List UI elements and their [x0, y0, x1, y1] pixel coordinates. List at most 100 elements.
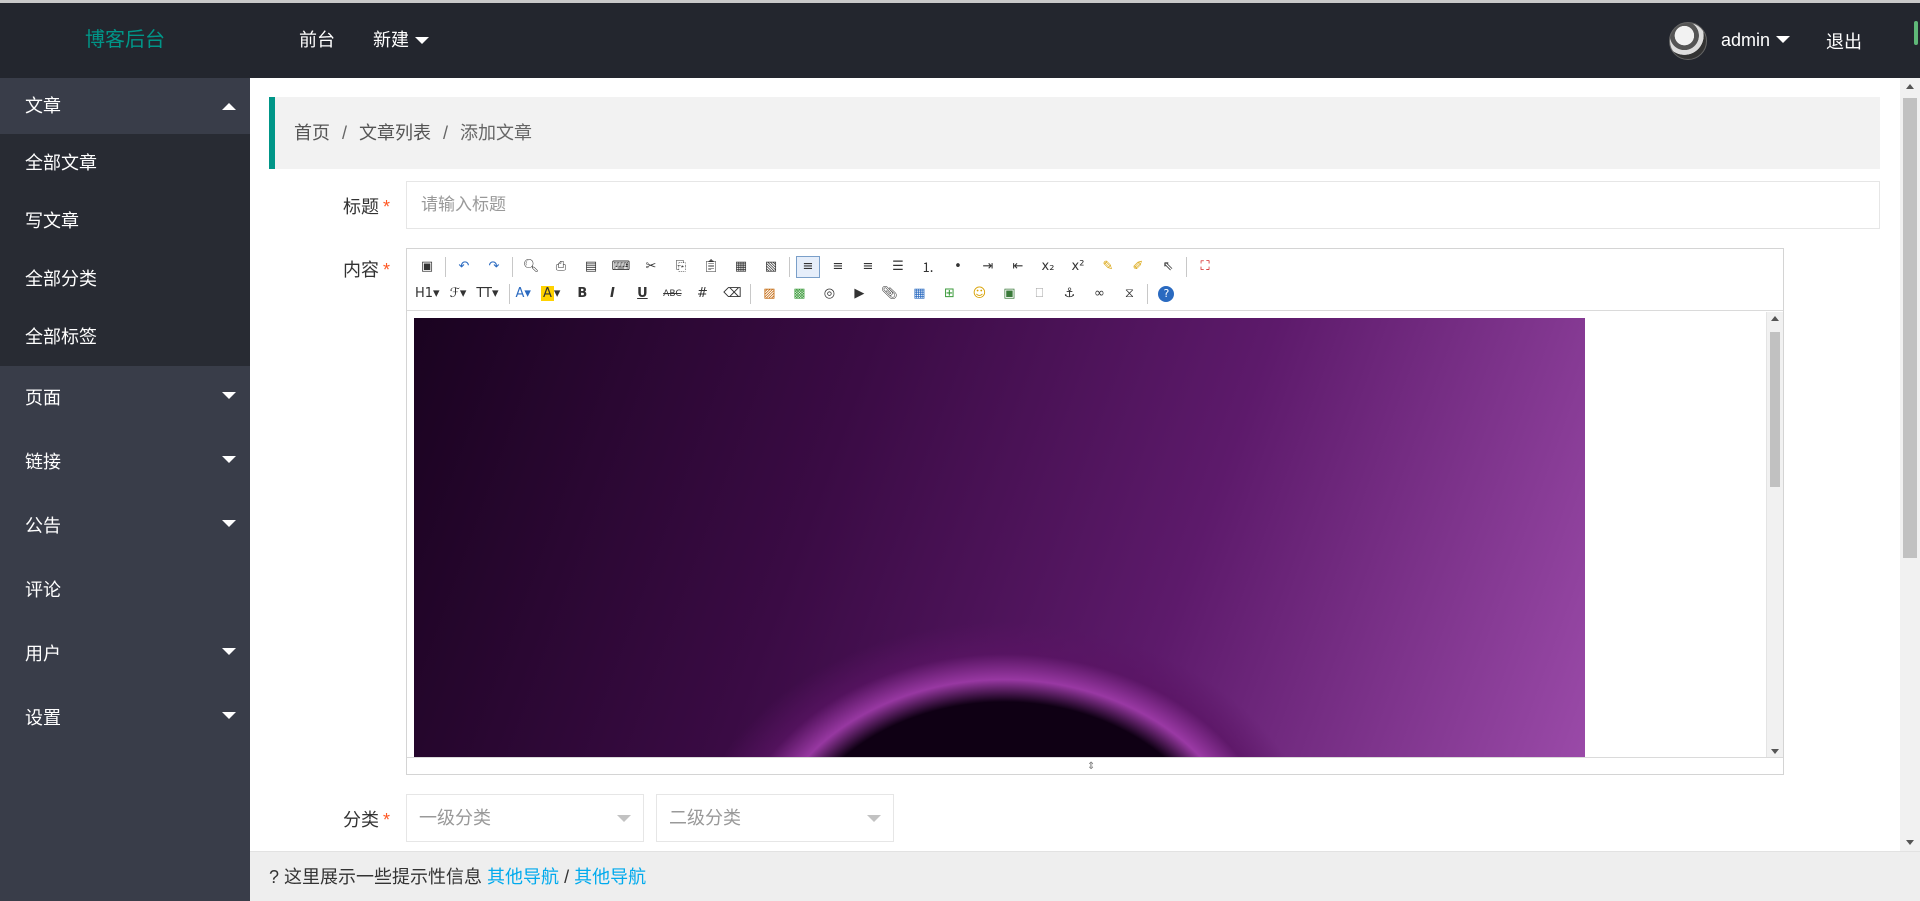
eraser-icon[interactable]: ⌫: [720, 283, 744, 305]
editor-scrollbar[interactable]: [1766, 312, 1783, 758]
table-icon[interactable]: ▦: [907, 283, 931, 305]
clear-format-icon[interactable]: ✎: [1096, 256, 1120, 278]
heading-label: H1: [415, 286, 434, 301]
nav-new-dropdown[interactable]: 新建: [354, 3, 448, 78]
category-level1-select[interactable]: 一级分类: [406, 794, 644, 842]
avatar[interactable]: [1668, 21, 1707, 60]
fullscreen-icon[interactable]: ⛶: [1193, 256, 1217, 278]
editor-scroll-thumb[interactable]: [1770, 332, 1780, 487]
attachment-icon[interactable]: 📎︎: [877, 283, 901, 305]
heading-dropdown[interactable]: H1▾: [415, 286, 440, 301]
unlink-icon[interactable]: ⧖: [1117, 283, 1141, 305]
scroll-up-icon[interactable]: [1906, 84, 1914, 89]
nav-frontend[interactable]: 前台: [280, 3, 354, 78]
sidebar-item-pages[interactable]: 页面: [0, 366, 250, 430]
map-icon[interactable]: ▣: [997, 283, 1021, 305]
select-all-icon[interactable]: ✐: [1126, 256, 1150, 278]
required-mark: *: [382, 810, 390, 830]
sidebar-item-all-tags[interactable]: 全部标签: [0, 308, 250, 366]
copy-icon[interactable]: ⎘: [669, 256, 693, 278]
print-icon[interactable]: ⎙: [549, 256, 573, 278]
highlight-color-icon[interactable]: A ▾: [540, 286, 560, 301]
editor-statusbar: ⇕: [407, 757, 1783, 774]
toolbar-row-2: H1▾ ℱ▾ TT▾ A▾ A▾ B I U ABC # ⌫ ▨ ▩ ◎ ▶: [415, 280, 1775, 307]
title-input[interactable]: [406, 181, 1880, 229]
chevron-down-icon: [222, 456, 236, 463]
anchor-icon[interactable]: ⚓: [1057, 283, 1081, 305]
template-icon[interactable]: ▤: [579, 256, 603, 278]
emoticon-icon[interactable]: ☺: [967, 283, 991, 305]
image-icon[interactable]: ▨: [757, 283, 781, 305]
pointer-icon[interactable]: ⇖: [1156, 256, 1180, 278]
underline-icon[interactable]: U: [630, 283, 654, 305]
scroll-up-icon[interactable]: [1771, 316, 1779, 321]
superscript-icon[interactable]: x²: [1066, 256, 1090, 278]
font-color-icon[interactable]: A▾: [516, 286, 531, 301]
paste-text-icon[interactable]: ▦: [729, 256, 753, 278]
strikethrough-icon[interactable]: ABC: [660, 283, 684, 305]
scroll-down-icon[interactable]: [1906, 840, 1914, 845]
footer-link-other-nav[interactable]: 其他导航: [487, 867, 559, 887]
breadcrumb-article-list[interactable]: 文章列表: [359, 123, 431, 143]
horizontal-rule-icon[interactable]: #: [690, 283, 714, 305]
sidebar-item-articles[interactable]: 文章: [0, 78, 250, 134]
page-scrollbar[interactable]: [1900, 78, 1920, 851]
status-indicator: [1914, 21, 1918, 45]
media-icon[interactable]: ▶: [847, 283, 871, 305]
required-mark: *: [382, 260, 390, 280]
cut-icon[interactable]: ✂: [639, 256, 663, 278]
paste-word-icon[interactable]: ▧: [759, 256, 783, 278]
sidebar-item-comments[interactable]: 评论: [0, 558, 250, 622]
italic-icon[interactable]: I: [600, 283, 624, 305]
code-icon[interactable]: ⌨: [609, 256, 633, 278]
font-size-dropdown[interactable]: TT▾: [476, 286, 498, 301]
content-label: 内容 *: [310, 256, 390, 282]
sidebar-item-write-article[interactable]: 写文章: [0, 192, 250, 250]
content-image[interactable]: [414, 318, 1585, 758]
source-icon[interactable]: ▣: [415, 256, 439, 278]
logo[interactable]: 博客后台: [0, 3, 250, 78]
font-family-dropdown[interactable]: ℱ▾: [450, 286, 467, 301]
scroll-down-icon[interactable]: [1771, 749, 1779, 754]
preview-icon[interactable]: 🔍︎: [519, 256, 543, 278]
ordered-list-icon[interactable]: ⒈: [916, 256, 940, 278]
align-center-icon[interactable]: ≡: [826, 256, 850, 278]
undo-icon[interactable]: ↶: [452, 256, 476, 278]
insert-row-icon[interactable]: ⊞: [937, 283, 961, 305]
flash-icon[interactable]: ◎: [817, 283, 841, 305]
align-right-icon[interactable]: ≡: [856, 256, 880, 278]
sidebar-item-all-categories[interactable]: 全部分类: [0, 250, 250, 308]
category-level2-select[interactable]: 二级分类: [656, 794, 894, 842]
align-left-icon[interactable]: ≡: [796, 255, 820, 278]
page-scroll-thumb[interactable]: [1903, 98, 1917, 558]
top-header: 博客后台 前台 新建 admin 退出: [0, 0, 1920, 78]
sidebar-item-all-articles[interactable]: 全部文章: [0, 134, 250, 192]
subscript-icon[interactable]: x₂: [1036, 256, 1060, 278]
resize-grip-icon[interactable]: ⇕: [1087, 761, 1095, 772]
sidebar-item-notices[interactable]: 公告: [0, 494, 250, 558]
breadcrumb-home[interactable]: 首页: [294, 123, 330, 143]
outdent-icon[interactable]: ⇤: [1006, 256, 1030, 278]
toolbar-row-1: ▣ ↶ ↷ 🔍︎ ⎙ ▤ ⌨ ✂ ⎘ 📋︎ ▦ ▧ ≡ ≡ ≡ ☰ ⒈ • ⇥ …: [415, 253, 1775, 280]
unordered-list-icon[interactable]: •: [946, 256, 970, 278]
paste-icon[interactable]: 📋︎: [699, 256, 723, 278]
indent-icon[interactable]: ⇥: [976, 256, 1000, 278]
pagebreak-icon[interactable]: ⎕: [1027, 283, 1051, 305]
required-mark: *: [382, 197, 390, 217]
editor-content-area[interactable]: [407, 312, 1783, 758]
chevron-down-icon: [867, 815, 881, 822]
redo-icon[interactable]: ↷: [482, 256, 506, 278]
multi-image-icon[interactable]: ▩: [787, 283, 811, 305]
logout-link[interactable]: 退出: [1826, 28, 1862, 54]
sidebar-item-users[interactable]: 用户: [0, 622, 250, 686]
help-icon[interactable]: ?: [1154, 283, 1178, 305]
footer-link-other-nav[interactable]: 其他导航: [574, 867, 646, 887]
user-menu[interactable]: admin: [1721, 30, 1790, 51]
toolbar-separator: [1147, 283, 1149, 304]
link-icon[interactable]: ∞: [1087, 283, 1111, 305]
align-justify-icon[interactable]: ☰: [886, 256, 910, 278]
bold-icon[interactable]: B: [570, 283, 594, 305]
toolbar-separator: [1186, 256, 1187, 277]
sidebar-item-links[interactable]: 链接: [0, 430, 250, 494]
sidebar-item-settings[interactable]: 设置: [0, 686, 250, 750]
